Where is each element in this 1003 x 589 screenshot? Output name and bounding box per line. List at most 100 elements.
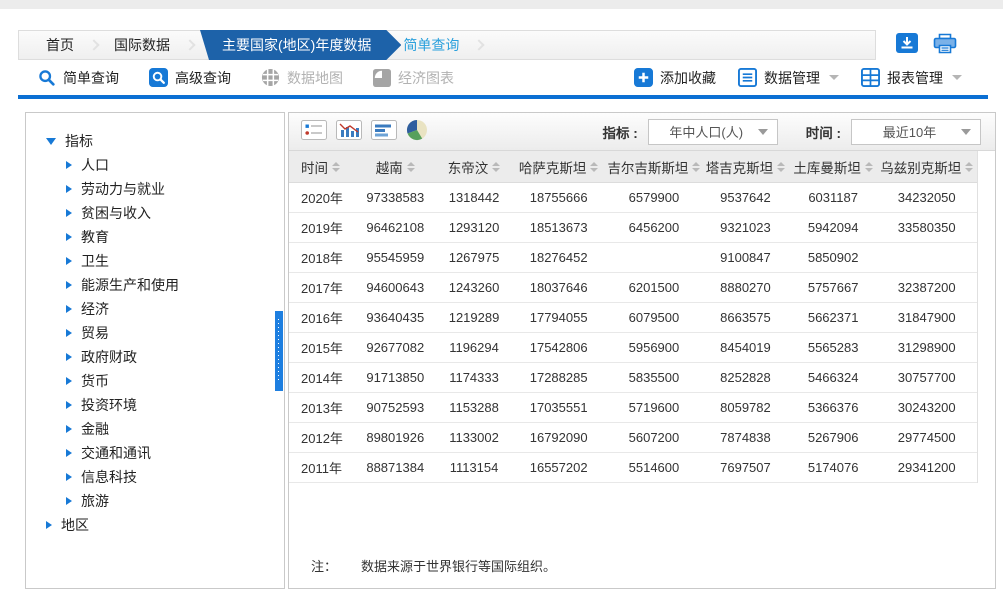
list-box-icon: [738, 68, 757, 87]
breadcrumb-item[interactable]: 首页: [46, 35, 74, 55]
tree-node-旅游[interactable]: 旅游: [26, 489, 284, 513]
tree-node-label: 政府财政: [81, 347, 137, 367]
print-button[interactable]: [933, 33, 957, 55]
toolbar-left: 简单查询 高级查询 数据地图 经济图表: [38, 68, 454, 88]
column-header-时间[interactable]: 时间: [289, 151, 353, 182]
toolbar-button[interactable]: 高级查询: [149, 68, 231, 88]
data-cell: 9321023: [701, 213, 790, 242]
triangle-right-icon: [66, 473, 72, 481]
toolbar-button[interactable]: 简单查询: [38, 68, 119, 88]
data-cell: 5466324: [790, 363, 877, 392]
controls-bar: 指标 : 年中人口(人) 时间 : 最近10年: [289, 113, 995, 151]
data-cell: 5174076: [790, 453, 877, 482]
column-header-吉尔吉斯斯坦[interactable]: 吉尔吉斯斯坦: [607, 151, 701, 182]
bar-chart-view-button[interactable]: [371, 120, 397, 143]
column-chart-view-button[interactable]: [336, 120, 362, 143]
data-cell: 1153288: [438, 393, 511, 422]
tree-node-label: 地区: [61, 515, 89, 535]
toolbar-button: 数据地图: [261, 68, 343, 88]
main-panel: 指标 : 年中人口(人) 时间 : 最近10年 时间 越南 东帝汶哈萨克斯坦吉尔吉斯…: [288, 112, 996, 589]
column-header-label: 时间: [301, 157, 328, 177]
sidebar-scrollbar-thumb[interactable]: [275, 311, 283, 391]
pie-chart-view-button[interactable]: [406, 119, 428, 144]
tree-node-劳动力与就业[interactable]: 劳动力与就业: [26, 177, 284, 201]
table-row[interactable]: 2016年93640435121928917794055607950086635…: [289, 303, 977, 333]
sort-arrows-icon[interactable]: [492, 162, 500, 172]
table-row[interactable]: 2015年92677082119629417542806595690084540…: [289, 333, 977, 363]
toolbar-right: 添加收藏 数据管理 报表管理: [634, 68, 962, 88]
data-cell: 18755666: [511, 183, 607, 212]
tree-node-信息科技[interactable]: 信息科技: [26, 465, 284, 489]
table-row[interactable]: 2014年91713850117433317288285583550082528…: [289, 363, 977, 393]
breadcrumb-item[interactable]: 主要国家(地区)年度数据: [200, 30, 401, 60]
breadcrumb-item[interactable]: 国际数据: [114, 35, 170, 55]
toolbar-button-label: 高级查询: [175, 68, 231, 88]
triangle-right-icon: [66, 305, 72, 313]
toolbar-button: 经济图表: [373, 68, 454, 88]
table-row[interactable]: 2011年88871384111315416557202551460076975…: [289, 453, 977, 483]
row-year-cell: 2020年: [289, 183, 353, 212]
tree-node-卫生[interactable]: 卫生: [26, 249, 284, 273]
tree-node-label: 交通和通讯: [81, 443, 151, 463]
tree-node-经济[interactable]: 经济: [26, 297, 284, 321]
data-cell: 31298900: [877, 333, 977, 362]
toolbar-button[interactable]: 报表管理: [861, 68, 962, 88]
table-row[interactable]: 2020年97338583131844218755666657990095376…: [289, 183, 977, 213]
data-cell: 1133002: [438, 423, 511, 452]
sort-arrows-icon[interactable]: [865, 162, 873, 172]
data-cell: 33580350: [877, 213, 977, 242]
tree-node-教育[interactable]: 教育: [26, 225, 284, 249]
breadcrumb-item[interactable]: 简单查询: [403, 35, 459, 55]
table-row[interactable]: 2018年95545959126797518276452910084758509…: [289, 243, 977, 273]
data-cell: 18513673: [511, 213, 607, 242]
table-row[interactable]: 2019年96462108129312018513673645620093210…: [289, 213, 977, 243]
data-cell: 1293120: [438, 213, 511, 242]
sort-arrows-icon[interactable]: [692, 162, 700, 172]
download-button[interactable]: [895, 33, 919, 55]
time-select[interactable]: 最近10年: [851, 119, 981, 145]
tree-node-指标[interactable]: 指标: [26, 129, 284, 153]
note-text: 数据来源于世界银行等国际组织。: [361, 556, 556, 575]
table-row[interactable]: 2013年90752593115328817035551571960080597…: [289, 393, 977, 423]
data-cell: 7874838: [701, 423, 790, 452]
sort-arrows-icon[interactable]: [407, 162, 415, 172]
tree-node-贸易[interactable]: 贸易: [26, 321, 284, 345]
indicator-select-value: 年中人口(人): [655, 122, 758, 141]
tree-node-金融[interactable]: 金融: [26, 417, 284, 441]
list-view-button[interactable]: [301, 120, 327, 143]
tree-node-label: 指标: [65, 131, 93, 151]
list-view-icon: [301, 120, 327, 143]
sort-arrows-icon[interactable]: [332, 162, 340, 172]
tree-node-人口[interactable]: 人口: [26, 153, 284, 177]
tree-node-能源生产和使用[interactable]: 能源生产和使用: [26, 273, 284, 297]
tree-node-货币[interactable]: 货币: [26, 369, 284, 393]
table-row[interactable]: 2012年89801926113300216792090560720078748…: [289, 423, 977, 453]
column-header-塔吉克斯坦[interactable]: 塔吉克斯坦: [701, 151, 790, 182]
column-header-东帝汶[interactable]: 东帝汶: [438, 151, 511, 182]
sort-arrows-icon[interactable]: [590, 162, 598, 172]
toolbar-button[interactable]: 添加收藏: [634, 68, 716, 88]
tree-node-label: 卫生: [81, 251, 109, 271]
column-header-label: 越南: [376, 157, 403, 177]
column-header-土库曼斯坦[interactable]: 土库曼斯坦: [790, 151, 877, 182]
row-year-cell: 2011年: [289, 453, 353, 482]
tree-node-贫困与收入[interactable]: 贫困与收入: [26, 201, 284, 225]
grid-box-icon: [861, 68, 880, 87]
tree-node-地区[interactable]: 地区: [26, 513, 284, 537]
column-header-乌兹别克斯坦[interactable]: 乌兹别克斯坦: [877, 151, 977, 182]
sort-arrows-icon[interactable]: [965, 162, 973, 172]
sort-arrows-icon[interactable]: [777, 162, 785, 172]
printer-icon: [933, 42, 957, 57]
column-header-越南[interactable]: 越南: [353, 151, 438, 182]
tree-node-政府财政[interactable]: 政府财政: [26, 345, 284, 369]
row-year-cell: 2018年: [289, 243, 353, 272]
toolbar-button[interactable]: 数据管理: [738, 68, 839, 88]
data-cell: 93640435: [353, 303, 438, 332]
data-cell: 34232050: [877, 183, 977, 212]
column-header-哈萨克斯坦[interactable]: 哈萨克斯坦: [511, 151, 607, 182]
indicator-select[interactable]: 年中人口(人): [648, 119, 778, 145]
tree-node-投资环境[interactable]: 投资环境: [26, 393, 284, 417]
table-row[interactable]: 2017年94600643124326018037646620150088802…: [289, 273, 977, 303]
tree-node-交通和通讯[interactable]: 交通和通讯: [26, 441, 284, 465]
toolbar-button-label: 经济图表: [398, 68, 454, 88]
